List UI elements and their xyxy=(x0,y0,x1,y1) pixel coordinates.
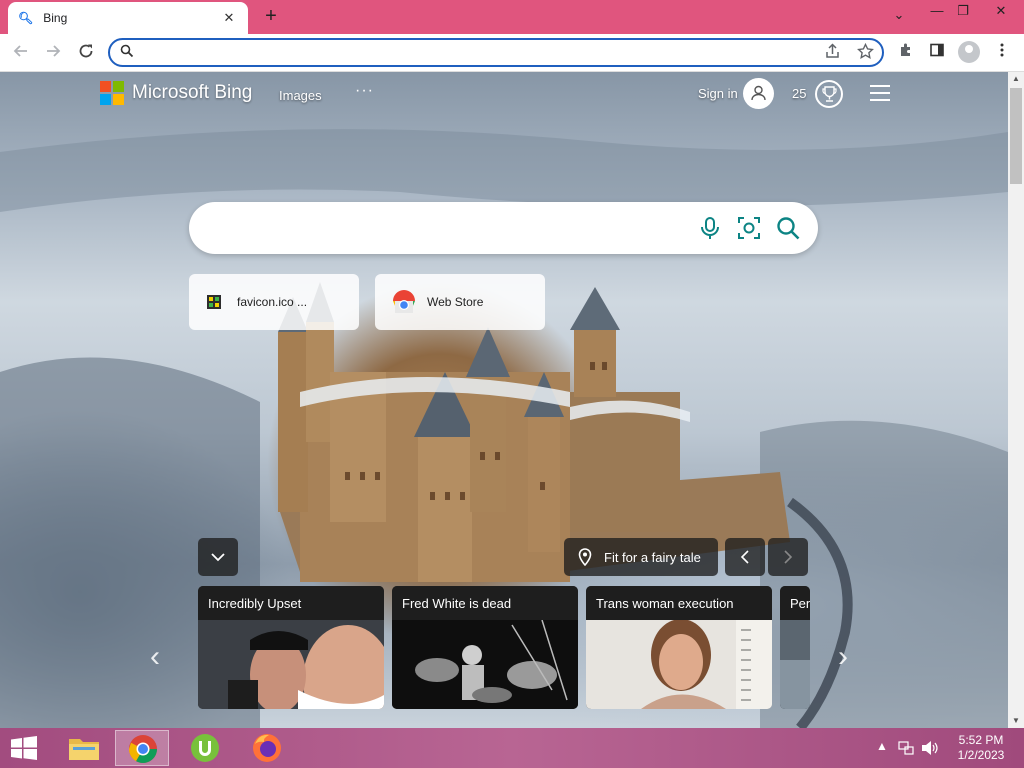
favicon-icon xyxy=(207,295,221,309)
quick-link-label: Web Store xyxy=(427,295,484,309)
bookmark-star-icon[interactable] xyxy=(857,42,874,64)
chrome-web-store-icon xyxy=(393,290,415,313)
profile-avatar[interactable] xyxy=(958,41,980,63)
visual-search-icon[interactable] xyxy=(736,215,762,241)
forward-button[interactable] xyxy=(40,40,66,66)
windows-taskbar: ▲ 5:52 PM 1/2/2023 xyxy=(0,728,1024,768)
chrome-icon xyxy=(129,735,157,763)
news-prev-arrow[interactable]: ‹ xyxy=(150,640,160,674)
news-card[interactable]: Pen xyxy=(780,586,810,709)
location-pin-icon xyxy=(578,548,592,566)
tab-bing[interactable]: 🔍︎ Bing ✕ xyxy=(8,2,248,34)
bing-search-input[interactable] xyxy=(211,216,691,240)
new-tab-button[interactable]: + xyxy=(258,4,284,30)
browser-menu-icon[interactable] xyxy=(991,42,1013,62)
news-next-arrow[interactable]: › xyxy=(838,640,848,674)
reload-button[interactable] xyxy=(73,40,99,66)
quick-link-favicon[interactable]: favicon.ico ... xyxy=(189,274,359,330)
search-icon[interactable] xyxy=(775,215,801,241)
microphone-icon[interactable] xyxy=(697,215,723,241)
file-explorer-icon xyxy=(69,739,99,760)
back-button[interactable] xyxy=(8,40,34,66)
rewards-points: 25 xyxy=(792,86,807,101)
system-clock[interactable]: 5:52 PM 1/2/2023 xyxy=(948,733,1014,763)
chevron-right-icon xyxy=(784,550,793,564)
scroll-down-icon[interactable]: ▼ xyxy=(1008,714,1024,728)
reload-icon xyxy=(79,44,93,58)
restore-button[interactable]: ❐ xyxy=(946,0,980,24)
trophy-icon xyxy=(822,86,837,102)
news-card[interactable]: Trans woman execution xyxy=(586,586,772,709)
news-card[interactable]: Incredibly Upset xyxy=(198,586,384,709)
news-card-title: Trans woman execution xyxy=(586,586,772,620)
news-card-title: Pen xyxy=(780,586,810,620)
bing-search-box[interactable] xyxy=(189,202,818,254)
taskbar-firefox[interactable] xyxy=(240,730,294,766)
collapse-feed-button[interactable] xyxy=(198,538,238,576)
back-arrow-icon xyxy=(13,45,27,57)
nav-images-link[interactable]: Images xyxy=(279,88,322,103)
extensions-puzzle-icon[interactable] xyxy=(895,42,917,62)
sign-in-link[interactable]: Sign in xyxy=(698,86,738,101)
chevron-left-icon xyxy=(740,550,749,564)
bing-logo[interactable]: Microsoft Bing xyxy=(100,81,252,105)
forward-arrow-icon xyxy=(47,45,61,57)
tray-show-hidden-icon[interactable]: ▲ xyxy=(876,739,888,753)
next-image-button[interactable] xyxy=(768,538,808,576)
taskbar-utorrent[interactable] xyxy=(178,730,232,766)
clock-time: 5:52 PM xyxy=(958,733,1004,747)
quick-link-label: favicon.ico ... xyxy=(237,295,308,309)
address-bar[interactable] xyxy=(108,38,884,67)
share-icon[interactable] xyxy=(824,43,841,64)
image-info-button[interactable]: Fit for a fairy tale xyxy=(564,538,718,576)
browser-toolbar xyxy=(0,34,1024,72)
page-scrollbar[interactable]: ▲ ▼ xyxy=(1008,72,1024,728)
rewards-button[interactable] xyxy=(815,80,843,108)
browser-titlebar: 🔍︎ Bing ✕ + ⌄ — ❐ ✕ xyxy=(0,0,1024,34)
bing-brand-text: Microsoft Bing xyxy=(132,82,253,103)
side-panel-icon[interactable] xyxy=(926,42,948,62)
previous-image-button[interactable] xyxy=(725,538,765,576)
tab-search-icon[interactable]: ⌄ xyxy=(882,4,916,28)
address-input[interactable] xyxy=(140,43,800,62)
account-avatar[interactable] xyxy=(743,78,774,109)
bing-search-favicon-icon: 🔍︎ xyxy=(18,11,34,25)
volume-icon[interactable] xyxy=(921,740,939,756)
user-icon xyxy=(751,85,766,101)
clock-date: 1/2/2023 xyxy=(957,748,1005,762)
search-icon xyxy=(120,44,134,58)
tab-close-icon[interactable]: ✕ xyxy=(220,10,238,26)
windows-start-icon[interactable] xyxy=(10,736,38,760)
bing-homepage: Microsoft Bing Images ··· Sign in 25 fav… xyxy=(0,72,1008,728)
chevron-down-icon xyxy=(211,553,225,562)
news-card-image xyxy=(392,620,578,709)
image-caption: Fit for a fairy tale xyxy=(604,549,701,565)
news-card[interactable]: Fred White is dead xyxy=(392,586,578,709)
nav-more-button[interactable]: ··· xyxy=(355,82,374,100)
network-icon[interactable] xyxy=(898,740,914,756)
firefox-icon xyxy=(253,734,281,762)
news-card-image xyxy=(780,620,810,709)
settings-menu-icon[interactable] xyxy=(870,85,890,106)
taskbar-file-explorer[interactable] xyxy=(57,730,111,766)
taskbar-chrome[interactable] xyxy=(115,730,169,766)
microsoft-logo-icon xyxy=(100,81,124,105)
news-card-image xyxy=(586,620,772,709)
news-card-title: Fred White is dead xyxy=(392,586,578,620)
utorrent-icon xyxy=(191,734,219,762)
close-window-button[interactable]: ✕ xyxy=(984,0,1018,24)
tab-title: Bing xyxy=(43,11,68,25)
scrollbar-thumb[interactable] xyxy=(1010,88,1022,184)
news-card-title: Incredibly Upset xyxy=(198,586,384,620)
quick-link-web-store[interactable]: Web Store xyxy=(375,274,545,330)
news-card-image xyxy=(198,620,384,709)
scroll-up-icon[interactable]: ▲ xyxy=(1008,72,1024,86)
